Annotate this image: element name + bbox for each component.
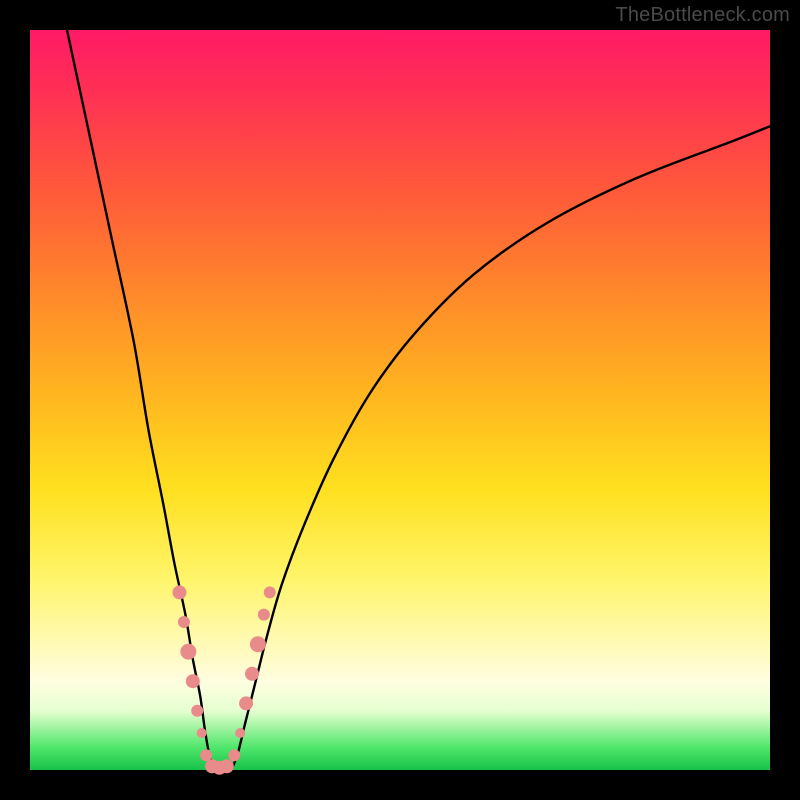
highlight-dot (180, 644, 196, 660)
highlight-dot (264, 586, 276, 598)
bottleneck-chart-svg (30, 30, 770, 770)
plot-area (30, 30, 770, 770)
highlight-dot (239, 696, 253, 710)
highlight-dot (235, 728, 245, 738)
watermark-text: TheBottleneck.com (615, 4, 790, 27)
highlight-dot (191, 705, 203, 717)
highlight-dot (220, 759, 234, 773)
highlight-dot (258, 609, 270, 621)
highlight-dot (172, 585, 186, 599)
highlight-dot-group (172, 585, 275, 774)
bottleneck-curve-line (67, 30, 770, 771)
chart-frame: TheBottleneck.com (0, 0, 800, 800)
highlight-dot (250, 636, 266, 652)
highlight-dot (245, 667, 259, 681)
highlight-dot (200, 749, 212, 761)
highlight-dot (178, 616, 190, 628)
highlight-dot (228, 749, 240, 761)
highlight-dot (197, 728, 207, 738)
highlight-dot (186, 674, 200, 688)
